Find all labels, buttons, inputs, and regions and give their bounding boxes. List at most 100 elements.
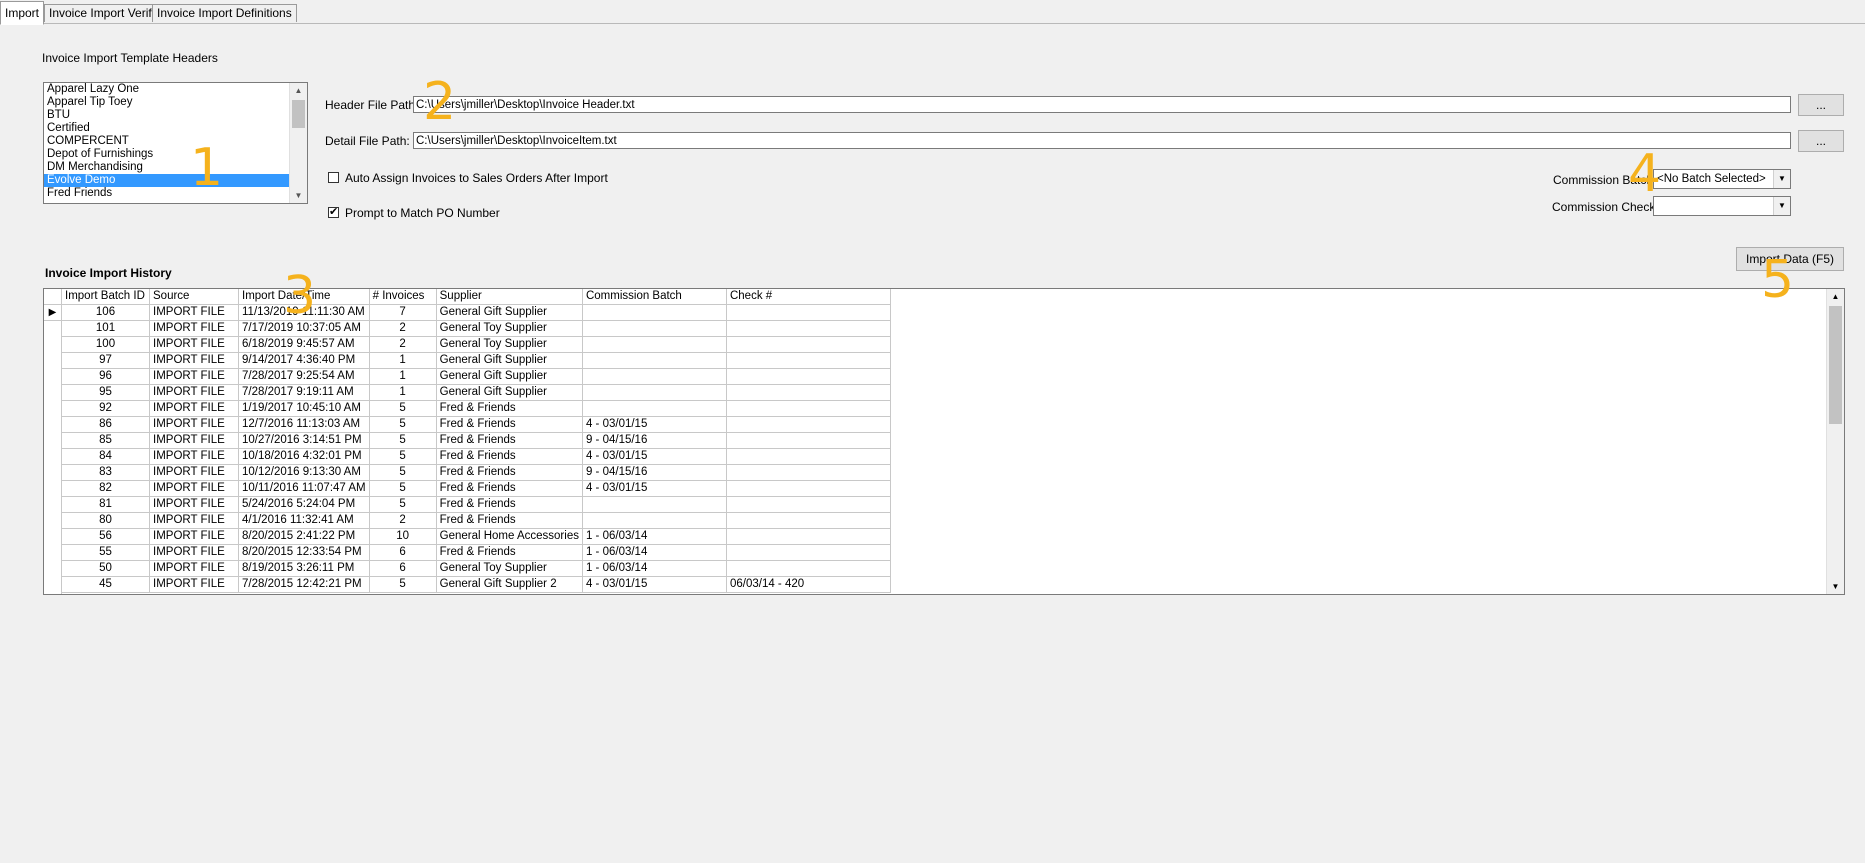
table-cell: 7/28/2017 9:19:11 AM [238, 384, 370, 401]
table-cell [725, 544, 891, 561]
chevron-down-icon[interactable]: ▼ [1773, 197, 1790, 215]
table-cell: 96 [61, 368, 150, 385]
template-list-item[interactable]: BTU [44, 109, 307, 122]
table-row[interactable]: 97 IMPORT FILE 9/14/2017 4:36:40 PM 1 Genera… [61, 352, 891, 369]
table-row[interactable]: 106 IMPORT FILE 11/13/2019 11:11:30 AM 7 Gen… [61, 304, 891, 321]
table-row[interactable]: 95 IMPORT FILE 7/28/2017 9:19:11 AM 1 Genera… [61, 384, 891, 401]
scroll-down-arrow-icon[interactable]: ▼ [290, 188, 307, 203]
commission-batch-value: <No Batch Selected> [1657, 173, 1766, 185]
table-cell: 56 [61, 528, 150, 545]
history-scroll-thumb[interactable] [1829, 306, 1842, 424]
template-list-item[interactable]: Apparel Tip Toey [44, 96, 307, 109]
table-cell: IMPORT FILE [149, 544, 239, 561]
table-row[interactable]: 81 IMPORT FILE 5/24/2016 5:24:04 PM 5 Fred &… [61, 496, 891, 513]
table-row[interactable]: 83 IMPORT FILE 10/12/2016 9:13:30 AM 5 Fred … [61, 464, 891, 481]
table-cell: IMPORT FILE [149, 384, 239, 401]
table-cell [725, 384, 891, 401]
table-cell: 06/03/14 - 420 [725, 576, 891, 593]
table-cell: General Gift Supplier [435, 384, 583, 401]
tab-invoice-import-verify[interactable]: Invoice Import Verify [44, 4, 163, 22]
column-header[interactable]: Import Batch ID [61, 289, 150, 305]
column-header[interactable]: Source [149, 289, 239, 305]
chevron-down-icon[interactable]: ▼ [1773, 170, 1790, 188]
table-cell [725, 304, 891, 321]
detail-file-path-input[interactable]: C:\Users\jmiller\Desktop\InvoiceItem.txt [413, 132, 1791, 149]
table-cell: 4 - 03/01/15 [581, 480, 727, 497]
table-cell: 85 [61, 432, 150, 449]
table-cell: 5 [368, 432, 437, 449]
history-scrollbar[interactable]: ▲ ▼ [1826, 289, 1844, 594]
prompt-match-po-checkbox[interactable]: ✔ [328, 207, 339, 218]
table-cell: 106 [61, 304, 150, 321]
table-cell: 1 - 06/03/14 [581, 528, 727, 545]
table-cell: IMPORT FILE [149, 304, 239, 321]
table-cell: General Toy Supplier [435, 320, 583, 337]
table-cell: 9 - 04/15/16 [581, 464, 727, 481]
table-row[interactable]: 80 IMPORT FILE 4/1/2016 11:32:41 AM 2 Fred &… [61, 512, 891, 529]
template-list-item[interactable]: Depot of Furnishings [44, 148, 307, 161]
table-cell: 101 [61, 320, 150, 337]
templates-scroll-thumb[interactable] [292, 100, 305, 128]
table-row[interactable]: 101 IMPORT FILE 7/17/2019 10:37:05 AM 2 Gene… [61, 320, 891, 337]
table-cell [725, 352, 891, 369]
column-header[interactable]: Check # [725, 289, 891, 305]
scroll-up-arrow-icon[interactable]: ▲ [290, 83, 307, 98]
table-row[interactable]: 45 IMPORT FILE 7/28/2015 12:42:21 PM 5 Gener… [61, 576, 891, 593]
scroll-down-arrow-icon[interactable]: ▼ [1827, 579, 1844, 594]
table-cell: IMPORT FILE [149, 368, 239, 385]
template-list-item[interactable]: COMPERCENT [44, 135, 307, 148]
detail-browse-button[interactable]: ... [1798, 130, 1844, 152]
table-row[interactable]: 84 IMPORT FILE 10/18/2016 4:32:01 PM 5 Fred … [61, 448, 891, 465]
table-cell: Fred & Friends [435, 480, 583, 497]
table-cell: 10/27/2016 3:14:51 PM [238, 432, 370, 449]
table-cell: Fred & Friends [435, 464, 583, 481]
current-row-indicator-icon: ▶ [44, 305, 61, 321]
auto-assign-checkbox[interactable] [328, 172, 339, 183]
table-row[interactable]: 55 IMPORT FILE 8/20/2015 12:33:54 PM 6 Fred … [61, 544, 891, 561]
table-row[interactable]: 100 IMPORT FILE 6/18/2019 9:45:57 AM 2 Gener… [61, 336, 891, 353]
table-cell: 5 [368, 496, 437, 513]
table-cell: 9 - 04/15/16 [581, 432, 727, 449]
column-header[interactable]: # Invoices [368, 289, 437, 305]
header-browse-button[interactable]: ... [1798, 94, 1844, 116]
table-cell: 6 [368, 560, 437, 577]
template-list-item[interactable]: Certified [44, 122, 307, 135]
table-cell [725, 320, 891, 337]
column-header[interactable]: Commission Batch [581, 289, 727, 305]
template-list-item[interactable]: Evolve Demo [44, 174, 290, 187]
table-row[interactable]: 82 IMPORT FILE 10/11/2016 11:07:47 AM 5 Fred… [61, 480, 891, 497]
table-cell: 10/18/2016 4:32:01 PM [238, 448, 370, 465]
commission-check-select[interactable]: ▼ [1653, 196, 1791, 216]
table-row[interactable]: 50 IMPORT FILE 8/19/2015 3:26:11 PM 6 Genera… [61, 560, 891, 577]
table-cell: General Toy Supplier [435, 560, 583, 577]
table-cell: 2 [368, 512, 437, 529]
templates-scrollbar[interactable]: ▲ ▼ [289, 83, 307, 203]
table-cell: 97 [61, 352, 150, 369]
column-header[interactable]: Supplier [435, 289, 583, 305]
detail-file-path-label: Detail File Path: [325, 134, 410, 148]
table-cell: Fred & Friends [435, 512, 583, 529]
table-row[interactable]: 85 IMPORT FILE 10/27/2016 3:14:51 PM 5 Fred … [61, 432, 891, 449]
header-file-path-input[interactable]: C:\Users\jmiller\Desktop\Invoice Header.… [413, 96, 1791, 113]
template-list-item[interactable]: Apparel Lazy One [44, 83, 307, 96]
template-list-item[interactable]: Fred Friends [44, 187, 307, 200]
table-cell: 7/28/2015 12:42:21 PM [238, 576, 370, 593]
import-history-grid[interactable]: ▶ Import Batch ID Source Import Date/Time #… [43, 288, 1845, 595]
template-list-item[interactable]: DM Merchandising [44, 161, 307, 174]
table-row[interactable]: 92 IMPORT FILE 1/19/2017 10:45:10 AM 5 Fred … [61, 400, 891, 417]
table-cell [581, 352, 727, 369]
table-cell: 100 [61, 336, 150, 353]
table-row[interactable]: 86 IMPORT FILE 12/7/2016 11:13:03 AM 5 Fred … [61, 416, 891, 433]
tab-import[interactable]: Import [0, 1, 45, 25]
history-table: Import Batch ID Source Import Date/Time # I… [61, 289, 891, 593]
table-cell: 2 [368, 320, 437, 337]
table-row[interactable]: 96 IMPORT FILE 7/28/2017 9:25:54 AM 1 Genera… [61, 368, 891, 385]
table-cell: 9/14/2017 4:36:40 PM [238, 352, 370, 369]
tab-invoice-import-definitions[interactable]: Invoice Import Definitions [152, 4, 297, 22]
templates-listbox[interactable]: Apparel Lazy One Apparel Tip Toey BTU Certi… [43, 82, 308, 204]
table-row[interactable]: 56 IMPORT FILE 8/20/2015 2:41:22 PM 10 Gener… [61, 528, 891, 545]
table-cell: 50 [61, 560, 150, 577]
commission-batch-select[interactable]: <No Batch Selected> ▼ [1653, 169, 1791, 189]
table-cell [725, 496, 891, 513]
scroll-up-arrow-icon[interactable]: ▲ [1827, 289, 1844, 304]
